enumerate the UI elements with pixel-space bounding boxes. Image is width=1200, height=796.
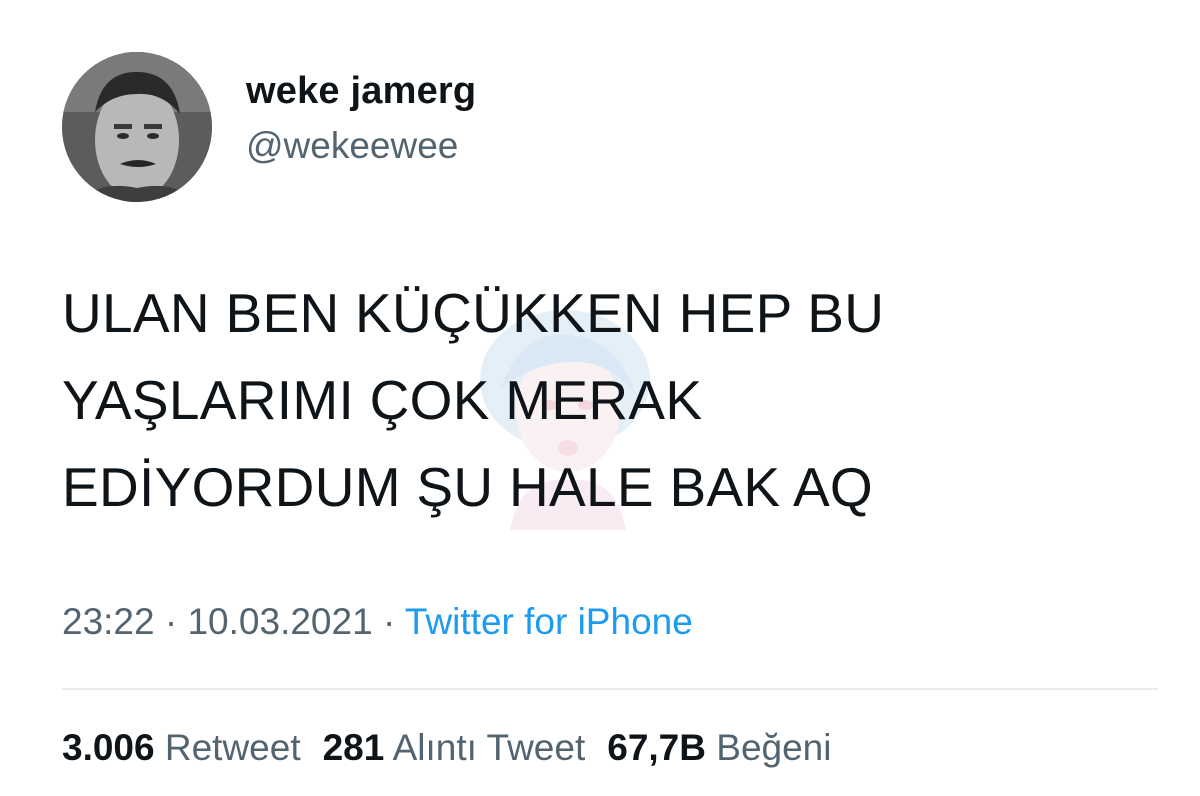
tweet-time[interactable]: 23:22 xyxy=(62,601,155,642)
quote-label: Alıntı Tweet xyxy=(392,727,586,768)
quote-count: 281 xyxy=(322,727,385,768)
tweet-text: ULAN BEN KÜÇÜKKEN HEP BU YAŞLARIMI ÇOK M… xyxy=(62,270,1142,531)
tweet-source-link[interactable]: Twitter for iPhone xyxy=(405,601,693,642)
avatar[interactable] xyxy=(62,52,212,202)
retweet-count: 3.006 xyxy=(62,727,155,768)
display-name[interactable]: weke jamerg xyxy=(246,70,476,113)
retweets-stat[interactable]: 3.006 Retweet xyxy=(62,727,301,768)
tweet-line: EDİYORDUM ŞU HALE BAK AQ xyxy=(62,456,874,518)
tweet-line: ULAN BEN KÜÇÜKKEN HEP BU xyxy=(62,282,885,344)
quote-tweets-stat[interactable]: 281 Alıntı Tweet xyxy=(323,727,586,768)
avatar-photo xyxy=(62,52,212,202)
divider xyxy=(62,688,1158,690)
meta-separator: · xyxy=(154,601,188,642)
engagement-stats: 3.006 Retweet 281 Alıntı Tweet 67,7B Beğen… xyxy=(62,727,831,769)
tweet-line: YAŞLARIMI ÇOK MERAK xyxy=(62,369,703,431)
meta-separator: · xyxy=(372,601,405,642)
username-handle[interactable]: @wekeewee xyxy=(246,125,458,167)
like-count: 67,7B xyxy=(607,727,706,768)
like-label: Beğeni xyxy=(716,727,832,768)
tweet-metadata: 23:22 · 10.03.2021 · Twitter for iPhone xyxy=(62,601,693,643)
tweet-date[interactable]: 10.03.2021 xyxy=(187,601,372,642)
likes-stat[interactable]: 67,7B Beğeni xyxy=(607,727,831,768)
retweet-label: Retweet xyxy=(164,727,301,768)
